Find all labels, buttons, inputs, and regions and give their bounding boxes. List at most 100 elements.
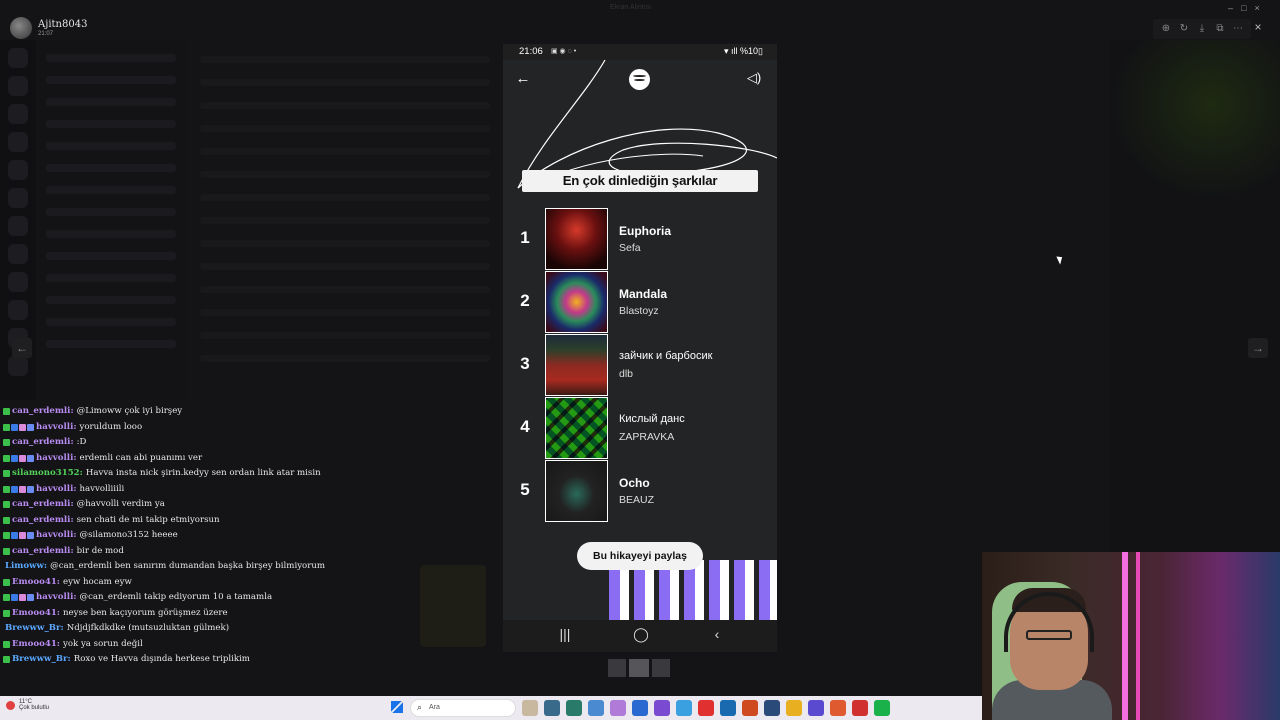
taskbar-app-icon[interactable] — [632, 700, 648, 716]
track-rank: 3 — [520, 354, 530, 373]
search-placeholder: Ara — [429, 704, 440, 711]
taskbar-app-icon[interactable] — [610, 700, 626, 716]
chat-message: can_erdemli: @havvolli verdim ya — [3, 497, 333, 513]
chat-text: yoruldum looo — [79, 421, 143, 432]
chat-username[interactable]: Emooo41: — [12, 637, 60, 653]
chat-username[interactable]: havvolli: — [36, 451, 77, 467]
chat-message: can_erdemli: @Limoww çok iyi birşey — [3, 404, 333, 420]
more-icon[interactable]: ⋯ — [1231, 22, 1245, 36]
chat-username[interactable]: can_erdemli: — [12, 497, 74, 513]
close-viewer-button[interactable]: × — [1250, 19, 1266, 35]
track-rank: 2 — [520, 291, 530, 310]
track-rank: 4 — [520, 417, 530, 436]
badge-icon — [3, 547, 10, 555]
chat-badges — [3, 408, 10, 416]
chat-username[interactable]: havvolli: — [36, 590, 77, 606]
phone-screenshot: 21:06 ▣ ◉ ◌ • ▾ ıll %10▯ ← ◁) En çok din… — [503, 44, 777, 652]
speaker-icon[interactable]: ◁) — [746, 70, 762, 86]
chat-badges — [3, 578, 10, 586]
chat-username[interactable]: can_erdemli: — [12, 435, 74, 451]
thumbnail[interactable] — [652, 659, 670, 677]
chat-badges — [3, 640, 10, 648]
badge-icon — [19, 454, 26, 462]
rotate-icon[interactable]: ↻ — [1177, 22, 1191, 36]
chat-message: Brewww_Br: Roxo ve Havva dışında herkese … — [3, 652, 333, 668]
taskbar-app-icon[interactable] — [742, 700, 758, 716]
glasses — [1026, 630, 1072, 640]
viewer-toolbar: ⊕ ↻ ⤓ ⧉ ⋯ — [1153, 19, 1251, 39]
chat-message: havvolli: @silamono3152 heeee — [3, 528, 333, 544]
chat-badges — [3, 516, 10, 524]
taskbar-app-icon[interactable] — [588, 700, 604, 716]
taskbar-app-icon[interactable] — [764, 700, 780, 716]
window-close-button[interactable]: × — [1254, 3, 1259, 13]
badge-icon — [27, 423, 34, 431]
chat-username[interactable]: can_erdemli: — [12, 513, 74, 529]
badge-icon — [11, 485, 18, 493]
chat-message: can_erdemli::D — [3, 435, 333, 451]
taskbar-app-icon[interactable] — [852, 700, 868, 716]
previous-image-button[interactable]: ← — [12, 338, 32, 358]
back-arrow-icon[interactable]: ← — [515, 70, 531, 87]
zoom-in-icon[interactable]: ⊕ — [1159, 22, 1173, 36]
chat-username[interactable]: havvolli: — [36, 528, 77, 544]
share-story-button[interactable]: Bu hikayeyi paylaş — [577, 542, 703, 570]
track-row[interactable]: 1 Euphoria Sefa — [503, 208, 777, 270]
weather-widget[interactable]: 11°C Çok bulutlu — [6, 699, 49, 711]
chat-text: @can_erdemli takip ediyorum 10 a tamamla — [79, 592, 273, 602]
chat-username[interactable]: Emooo41: — [12, 606, 60, 622]
badge-icon — [3, 594, 10, 602]
taskbar-app-icon[interactable] — [786, 700, 802, 716]
track-row[interactable]: 3 зайчик и барбосик dlb — [503, 334, 777, 396]
chat-username[interactable]: Brewww_Br: — [5, 621, 64, 637]
taskbar-app-icon[interactable] — [654, 700, 670, 716]
taskbar-app-icon[interactable] — [544, 700, 560, 716]
background-blur — [1110, 40, 1280, 200]
chat-badges — [3, 423, 34, 431]
chat-text: sen chati de mi takip etmiyorsun — [76, 514, 220, 525]
album-cover — [545, 271, 608, 333]
next-image-button[interactable]: → — [1248, 338, 1268, 358]
chat-username[interactable]: havvolli: — [36, 420, 77, 436]
taskbar-app-icon[interactable] — [830, 700, 846, 716]
badge-icon — [27, 532, 34, 540]
taskbar-app-icon[interactable] — [676, 700, 692, 716]
taskbar-app-icon[interactable] — [808, 700, 824, 716]
recents-icon[interactable]: ||| — [555, 626, 575, 642]
home-icon[interactable]: ◯ — [631, 626, 651, 643]
taskbar-app-icon[interactable] — [720, 700, 736, 716]
thumbnail-active[interactable] — [629, 659, 649, 677]
chat-username[interactable]: Brewww_Br: — [12, 652, 71, 668]
chat-username[interactable]: silamono3152: — [12, 466, 83, 482]
taskbar-search[interactable]: ⌕ Ara — [410, 699, 516, 717]
taskbar-app-icon[interactable] — [522, 700, 538, 716]
chat-message: can_erdemli: sen chati de mi takip etmiyo… — [3, 513, 333, 529]
taskbar-app-icon[interactable] — [874, 700, 890, 716]
badge-icon — [3, 423, 10, 431]
open-external-icon[interactable]: ⧉ — [1213, 22, 1227, 36]
taskbar-app-icon[interactable] — [698, 700, 714, 716]
taskbar: 11°C Çok bulutlu ⌕ Ara — [0, 696, 982, 720]
pinned-apps — [522, 700, 890, 716]
minimize-button[interactable]: – — [1228, 3, 1233, 13]
chat-username[interactable]: havvolli: — [36, 482, 77, 498]
thumbnail[interactable] — [608, 659, 626, 677]
track-row[interactable]: 4 Кислый данс ZAPRAVKA — [503, 397, 777, 459]
taskbar-app-icon[interactable] — [566, 700, 582, 716]
track-row[interactable]: 2 Mandala Blastoyz — [503, 271, 777, 333]
badge-icon — [19, 485, 26, 493]
chat-username[interactable]: can_erdemli: — [12, 544, 74, 560]
chat-message: can_erdemli: bir de mod — [3, 544, 333, 560]
download-icon[interactable]: ⤓ — [1195, 22, 1209, 36]
chat-username[interactable]: can_erdemli: — [12, 404, 74, 420]
track-row[interactable]: 5 Ocho BEAUZ — [503, 460, 777, 522]
album-cover — [545, 460, 608, 522]
nav-back-icon[interactable]: ‹ — [707, 626, 727, 642]
chat-text: Havva insta nick şirin.kedyy sen ordan l… — [85, 468, 321, 478]
chat-username[interactable]: Emooo41: — [12, 575, 60, 591]
badge-icon — [27, 454, 34, 462]
chat-badges — [3, 532, 34, 540]
chat-username[interactable]: Limoww: — [5, 559, 47, 575]
windows-start-icon[interactable] — [391, 701, 403, 713]
maximize-button[interactable]: □ — [1241, 3, 1246, 13]
